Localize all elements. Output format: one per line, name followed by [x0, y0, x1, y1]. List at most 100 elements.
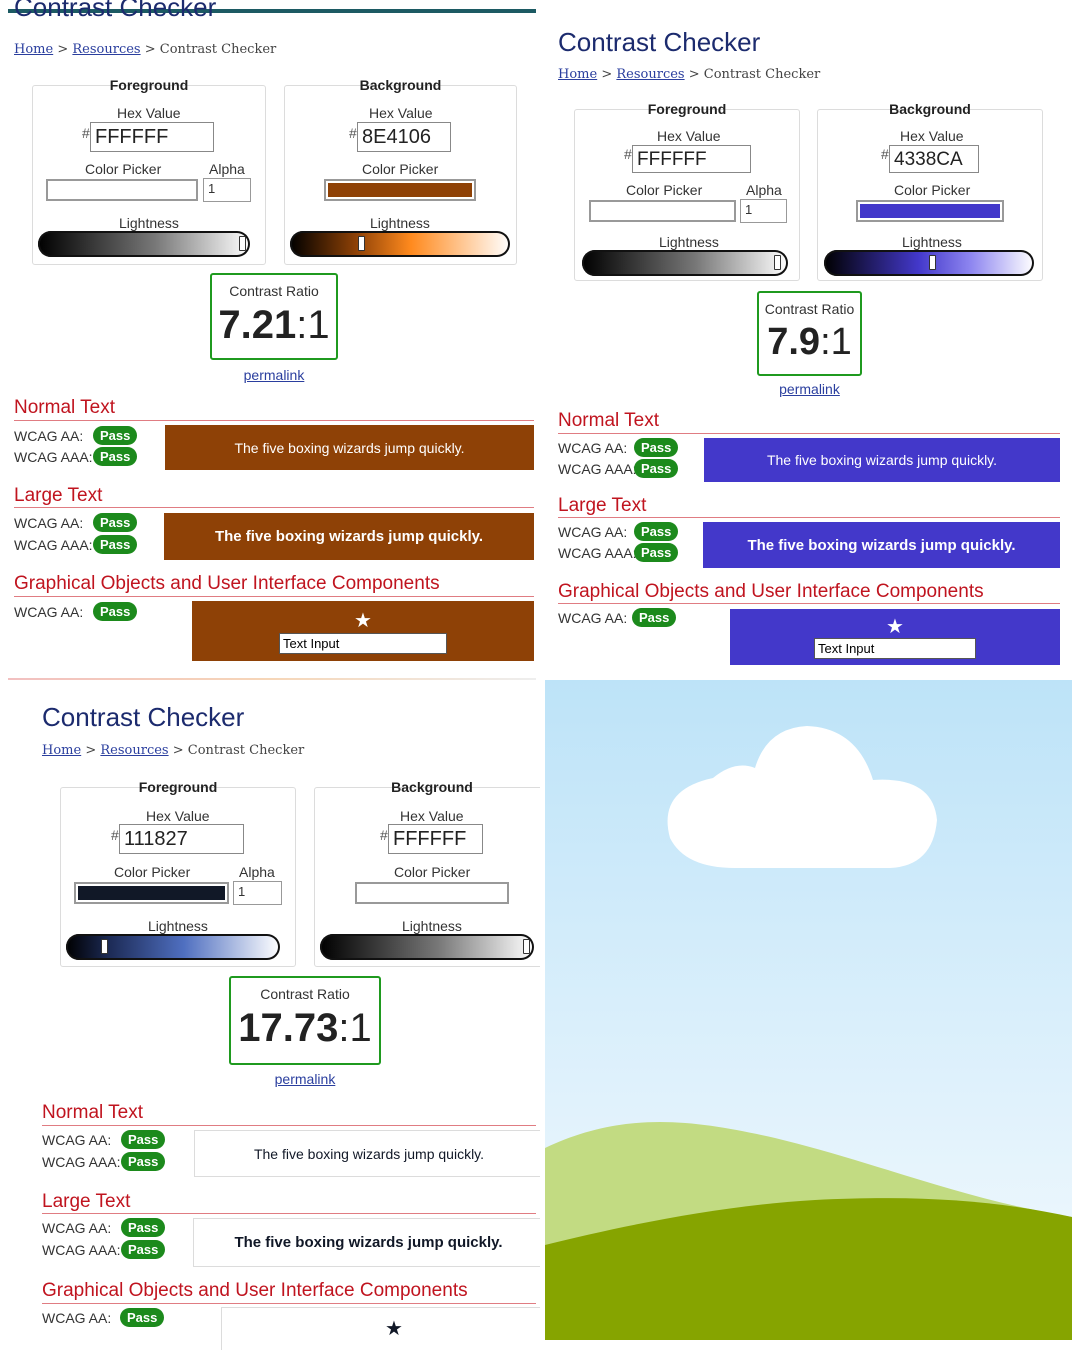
breadcrumb-separator: > — [601, 67, 613, 82]
foreground-hex-input[interactable]: FFFFFF — [90, 122, 214, 152]
contrast-ratio-suffix: :1 — [820, 321, 852, 363]
page-title: Contrast Checker — [14, 0, 217, 22]
alpha-input[interactable]: 1 — [203, 178, 251, 202]
contrast-ratio-label: Contrast Ratio — [764, 301, 855, 317]
landscape-scene — [545, 680, 1072, 1340]
section-title-graphical-objects: Graphical Objects and User Interface Com… — [42, 1280, 468, 1301]
graphical-objects-sample: ★ Text Input — [730, 609, 1060, 665]
wcag-aa-label: WCAG AA: — [14, 428, 84, 444]
background-color-picker[interactable] — [324, 179, 476, 201]
color-picker-label: Color Picker — [114, 864, 191, 880]
background-lightness-slider[interactable] — [824, 250, 1034, 276]
lightness-label: Lightness — [659, 234, 719, 250]
hex-value-label: Hex Value — [400, 808, 464, 824]
breadcrumb: Home > Resources > Contrast Checker — [558, 67, 820, 82]
section-divider — [14, 507, 534, 508]
foreground-lightness-slider[interactable] — [582, 250, 788, 276]
contrast-ratio-suffix: :1 — [296, 303, 330, 347]
foreground-hex-input[interactable]: 111827 — [119, 824, 244, 854]
section-title-normal-text: Normal Text — [558, 410, 660, 431]
alpha-label: Alpha — [209, 161, 245, 177]
normal-text-sample: The five boxing wizards jump quickly. — [194, 1130, 540, 1177]
pass-badge: Pass — [121, 1152, 166, 1171]
foreground-lightness-slider[interactable] — [38, 231, 250, 257]
background-lightness-slider[interactable] — [290, 231, 510, 257]
contrast-checker-panel-brown: Contrast Checker Home > Resources > Cont… — [0, 0, 540, 676]
alpha-input[interactable]: 1 — [233, 881, 282, 905]
page-title: Contrast Checker — [558, 27, 761, 57]
background-hex-input[interactable]: 8E4106 — [357, 122, 451, 152]
hash-symbol: # — [881, 146, 889, 162]
text-input-sample[interactable]: Text Input — [279, 633, 447, 654]
slider-handle[interactable] — [358, 236, 365, 251]
pass-badge: Pass — [120, 1308, 165, 1327]
section-divider — [558, 517, 1060, 518]
contrast-ratio-suffix: :1 — [338, 1006, 372, 1050]
background-hex-input[interactable]: FFFFFF — [388, 824, 483, 854]
breadcrumb-current: Contrast Checker — [703, 67, 821, 82]
pass-badge: Pass — [121, 1218, 166, 1237]
breadcrumb-separator: > — [144, 42, 156, 57]
pass-badge: Pass — [93, 447, 138, 466]
breadcrumb-separator: > — [57, 42, 69, 57]
pass-badge: Pass — [121, 1240, 166, 1259]
lightness-label: Lightness — [119, 215, 179, 231]
background-hex-input[interactable]: 4338CA — [889, 145, 979, 173]
slider-handle[interactable] — [101, 939, 108, 954]
section-divider — [42, 1125, 536, 1126]
text-input-sample[interactable]: Text Input — [814, 638, 976, 659]
lightness-label: Lightness — [148, 918, 208, 934]
foreground-lightness-slider[interactable] — [66, 934, 280, 960]
wcag-aaa-label: WCAG AAA: — [42, 1154, 121, 1170]
contrast-ratio-number: 7.9 — [767, 321, 821, 363]
permalink-link[interactable]: permalink — [229, 1071, 381, 1087]
permalink-link[interactable]: permalink — [210, 367, 338, 383]
page-title: Contrast Checker — [42, 702, 245, 732]
background-color-picker[interactable] — [355, 882, 509, 904]
permalink-link[interactable]: permalink — [757, 381, 862, 397]
foreground-color-picker[interactable] — [46, 179, 198, 201]
breadcrumb-home-link[interactable]: Home — [558, 67, 597, 82]
section-title-graphical-objects: Graphical Objects and User Interface Com… — [14, 573, 440, 594]
foreground-heading: Foreground — [138, 779, 218, 795]
breadcrumb-home-link[interactable]: Home — [14, 42, 53, 57]
wcag-aaa-label: WCAG AAA: — [42, 1242, 121, 1258]
slider-handle[interactable] — [774, 255, 781, 270]
breadcrumb-resources-link[interactable]: Resources — [100, 743, 168, 758]
foreground-heading: Foreground — [109, 77, 189, 93]
background-heading: Background — [359, 77, 442, 93]
breadcrumb-resources-link[interactable]: Resources — [72, 42, 140, 57]
pass-badge: Pass — [121, 1130, 166, 1149]
wcag-aaa-label: WCAG AAA: — [14, 449, 93, 465]
wcag-aa-label: WCAG AA: — [558, 610, 628, 626]
foreground-color-picker[interactable] — [74, 882, 229, 904]
star-icon: ★ — [354, 610, 372, 632]
large-text-sample: The five boxing wizards jump quickly. — [164, 513, 534, 560]
section-divider — [558, 603, 1060, 604]
wcag-aaa-label: WCAG AAA: — [558, 545, 637, 561]
lightness-label: Lightness — [902, 234, 962, 250]
hex-value-label: Hex Value — [900, 128, 964, 144]
background-color-picker[interactable] — [856, 200, 1004, 222]
breadcrumb-home-link[interactable]: Home — [42, 743, 81, 758]
color-picker-label: Color Picker — [626, 182, 703, 198]
breadcrumb: Home > Resources > Contrast Checker — [42, 743, 304, 758]
section-divider — [42, 1213, 536, 1214]
contrast-ratio-value: 7.9:1 — [759, 321, 860, 364]
background-heading: Background — [889, 101, 971, 117]
large-text-sample: The five boxing wizards jump quickly. — [193, 1218, 540, 1267]
slider-handle[interactable] — [929, 255, 936, 270]
background-lightness-slider[interactable] — [320, 934, 534, 960]
alpha-input[interactable]: 1 — [740, 199, 787, 223]
pass-badge: Pass — [634, 438, 679, 457]
color-picker-label: Color Picker — [394, 864, 471, 880]
slider-handle[interactable] — [239, 236, 246, 251]
slider-handle[interactable] — [523, 939, 530, 954]
graphical-objects-sample: ★ — [221, 1307, 540, 1350]
breadcrumb-resources-link[interactable]: Resources — [616, 67, 684, 82]
breadcrumb-separator: > — [688, 67, 700, 82]
foreground-color-picker[interactable] — [589, 200, 736, 222]
contrast-ratio-box: Contrast Ratio 7.9:1 — [757, 291, 862, 376]
color-picker-label: Color Picker — [894, 182, 971, 198]
foreground-hex-input[interactable]: FFFFFF — [632, 145, 751, 173]
